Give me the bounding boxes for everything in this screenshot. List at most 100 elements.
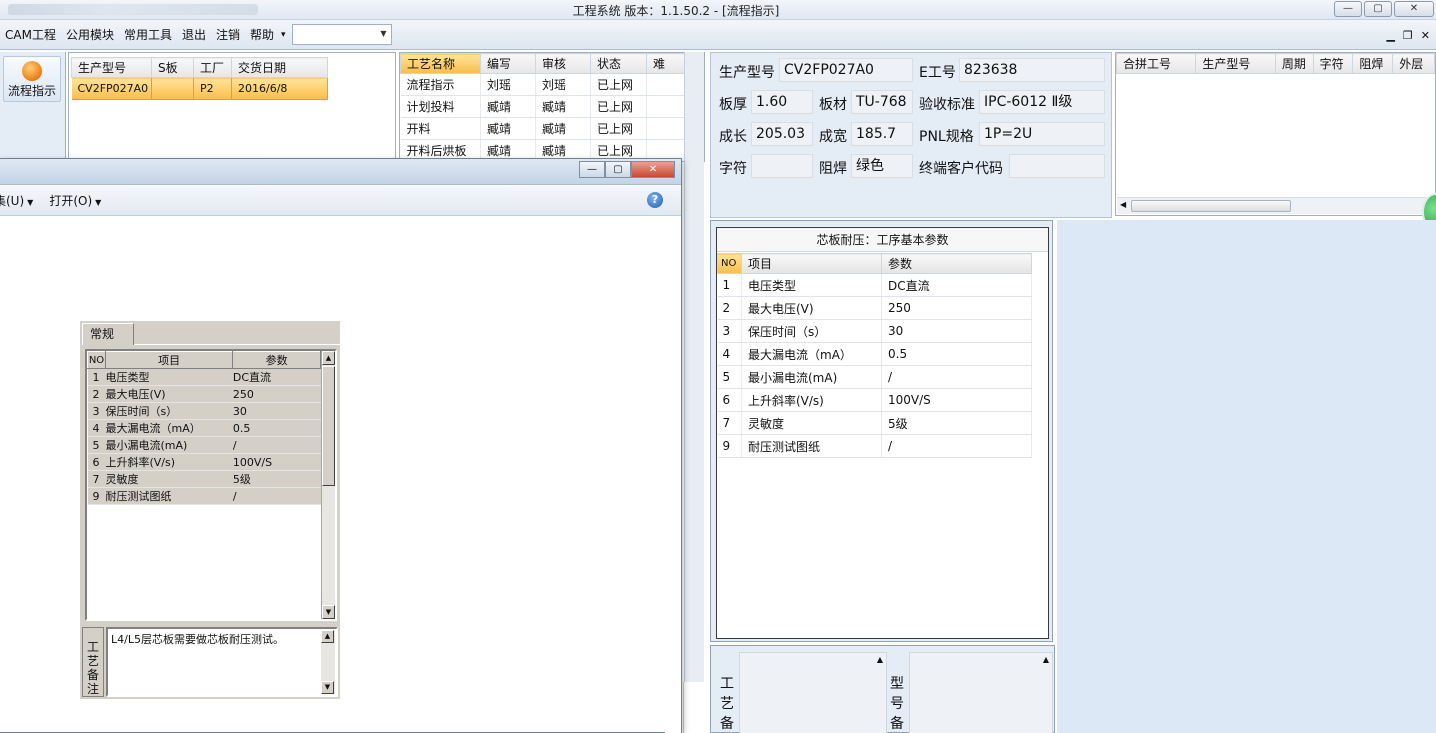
process-scrollbar[interactable] [684, 52, 704, 682]
col-mask[interactable]: 阻焊 [1352, 53, 1394, 74]
col-reviewer[interactable]: 审核 [535, 53, 591, 74]
remark-scrollbar[interactable]: ▲ ▼ [321, 630, 335, 694]
table-row[interactable]: 9 耐压测试图纸 / [717, 434, 1032, 458]
table-row[interactable]: 7 灵敏度 5级 [717, 411, 1032, 435]
character-field[interactable] [751, 154, 813, 178]
dialog-title-bar[interactable]: — ▢ ✕ [0, 159, 681, 185]
table-row[interactable]: 2 最大电压(V) 250 [717, 296, 1032, 320]
model-label: 生产型号 [719, 65, 775, 81]
table-row[interactable]: 3 保压时间（s） 30 [717, 319, 1032, 343]
chevron-down-icon[interactable]: ▾ [279, 20, 288, 50]
close-button[interactable]: ✕ [1394, 1, 1434, 17]
material-field[interactable]: TU-768 [851, 90, 913, 114]
arrow-up-icon[interactable]: ▲ [322, 351, 335, 365]
col-item[interactable]: 项目 [104, 351, 234, 369]
col-no[interactable]: NO [717, 253, 742, 274]
col-s-board[interactable]: S板 [151, 57, 194, 78]
table-row[interactable]: 2 最大电压(V) 250 [87, 385, 321, 403]
dialog-minimize-button[interactable]: — [579, 161, 605, 178]
col-process-name[interactable]: 工艺名称 [400, 53, 481, 74]
width-field[interactable]: 185.7 [851, 122, 913, 146]
table-row[interactable]: 5 最小漏电流(mA) / [87, 436, 321, 454]
model-remark-label: 型号备 [890, 676, 904, 732]
property-scrollbar[interactable]: ▲ ▼ [321, 351, 335, 619]
scrollbar-thumb[interactable] [322, 366, 335, 486]
standard-field[interactable]: IPC-6012 Ⅱ级 [979, 90, 1105, 114]
col-no[interactable]: NO [87, 351, 106, 369]
col-status[interactable]: 状态 [590, 53, 647, 74]
toolbar-menu-u[interactable]: 集(U) ▼ [0, 192, 37, 209]
dialog-maximize-button[interactable]: ▢ [605, 161, 631, 178]
flow-instruction-button[interactable]: 流程指示 [3, 56, 61, 102]
table-row[interactable]: 7 灵敏度 5级 [87, 470, 321, 488]
mdi-close-icon[interactable]: ✕ [1421, 29, 1430, 42]
model-remark-box[interactable]: ▲ [909, 652, 1053, 733]
cell-author: 臧靖 [480, 95, 536, 118]
remark-textbox[interactable]: L4/L5层芯板需要做芯板耐压测试。 ▲ ▼ [106, 627, 338, 697]
cell-param: 5级 [881, 411, 1032, 435]
col-merge-no[interactable]: 合拼工号 [1115, 53, 1197, 74]
dialog-scrollbar[interactable] [665, 217, 681, 733]
menu-cam[interactable]: CAM工程 [0, 20, 61, 50]
menu-help[interactable]: 帮助 [245, 20, 279, 50]
arrow-up-icon[interactable]: ▲ [1043, 655, 1049, 664]
col-merge-model[interactable]: 生产型号 [1195, 53, 1276, 74]
col-difficulty[interactable]: 难 [646, 53, 685, 74]
length-field[interactable]: 205.03 [751, 122, 813, 146]
mdi-minimize-icon[interactable]: ▁ [1386, 29, 1394, 42]
table-row[interactable]: 6 上升斜率(V/s) 100V/S [87, 453, 321, 471]
col-outer[interactable]: 外层 [1392, 53, 1435, 74]
toolbar-open[interactable]: 打开(O) ▼ [45, 192, 105, 209]
arrow-up-icon[interactable]: ▲ [877, 655, 883, 664]
table-row[interactable]: 1 电压类型 DC直流 [87, 368, 321, 386]
arrow-down-icon[interactable]: ▼ [321, 681, 334, 694]
table-row[interactable]: 计划投料 臧靖 臧靖 已上网 [400, 95, 685, 118]
thickness-field[interactable]: 1.60 [751, 90, 813, 114]
table-row[interactable]: 1 电压类型 DC直流 [717, 273, 1032, 297]
table-row[interactable]: CV2FP027A0 P2 2016/6/8 [71, 77, 328, 100]
cell-item: 电压类型 [741, 273, 882, 297]
table-row[interactable]: 6 上升斜率(V/s) 100V/S [717, 388, 1032, 412]
table-row[interactable]: 流程指示 刘瑶 刘瑶 已上网 [400, 73, 685, 96]
cell-param: 100V/S [232, 453, 321, 471]
table-row[interactable]: 4 最大漏电流（mA） 0.5 [87, 419, 321, 437]
customer-code-field[interactable] [1009, 154, 1105, 178]
col-delivery[interactable]: 交货日期 [231, 57, 328, 78]
mask-field[interactable]: 绿色 [851, 154, 913, 178]
menu-exit[interactable]: 退出 [177, 20, 211, 50]
chevron-down-icon[interactable]: ▼ [380, 29, 386, 38]
col-character[interactable]: 字符 [1312, 53, 1354, 74]
tab-general[interactable]: 常规 [82, 323, 134, 345]
table-row[interactable]: 4 最大漏电流（mA） 0.5 [717, 342, 1032, 366]
pnl-field[interactable]: 1P=2U [979, 122, 1105, 146]
help-icon[interactable]: ? [647, 192, 663, 208]
mdi-restore-icon[interactable]: ❐ [1403, 29, 1413, 42]
menu-tools[interactable]: 常用工具 [119, 20, 177, 50]
table-row[interactable]: 5 最小漏电流(mA) / [717, 365, 1032, 389]
maximize-button[interactable]: ▢ [1364, 1, 1392, 17]
col-factory[interactable]: 工厂 [193, 57, 232, 78]
eno-field[interactable]: 823638 [959, 58, 1105, 82]
col-param[interactable]: 参数 [232, 351, 321, 369]
menu-public-module[interactable]: 公用模块 [61, 20, 119, 50]
minimize-button[interactable]: — [1334, 1, 1362, 17]
arrow-down-icon[interactable]: ▼ [322, 605, 335, 619]
menu-logout[interactable]: 注销 [211, 20, 245, 50]
model-field[interactable]: CV2FP027A0 [779, 58, 913, 82]
col-item[interactable]: 项目 [741, 253, 882, 274]
menu-combo-box[interactable]: ▼ [291, 24, 392, 45]
table-row[interactable]: 开料 臧靖 臧靖 已上网 [400, 117, 685, 140]
process-remark-box[interactable]: ▲ [739, 652, 887, 733]
table-row[interactable]: 3 保压时间（s） 30 [87, 402, 321, 420]
order-grid: 生产型号 S板 工厂 交货日期 CV2FP027A0 P2 2016/6/8 [68, 52, 396, 162]
col-author[interactable]: 编写 [480, 53, 536, 74]
col-model[interactable]: 生产型号 [71, 57, 152, 78]
dialog-close-button[interactable]: ✕ [631, 161, 675, 178]
col-param[interactable]: 参数 [881, 253, 1032, 274]
col-period[interactable]: 周期 [1274, 53, 1314, 74]
table-row[interactable]: 9 耐压测试图纸 / [87, 487, 321, 505]
merge-horizontal-scrollbar[interactable]: ◀ [1117, 197, 1427, 214]
scrollbar-thumb[interactable] [1131, 200, 1291, 212]
arrow-up-icon[interactable]: ▲ [321, 630, 334, 643]
arrow-left-icon[interactable]: ◀ [1120, 200, 1126, 209]
